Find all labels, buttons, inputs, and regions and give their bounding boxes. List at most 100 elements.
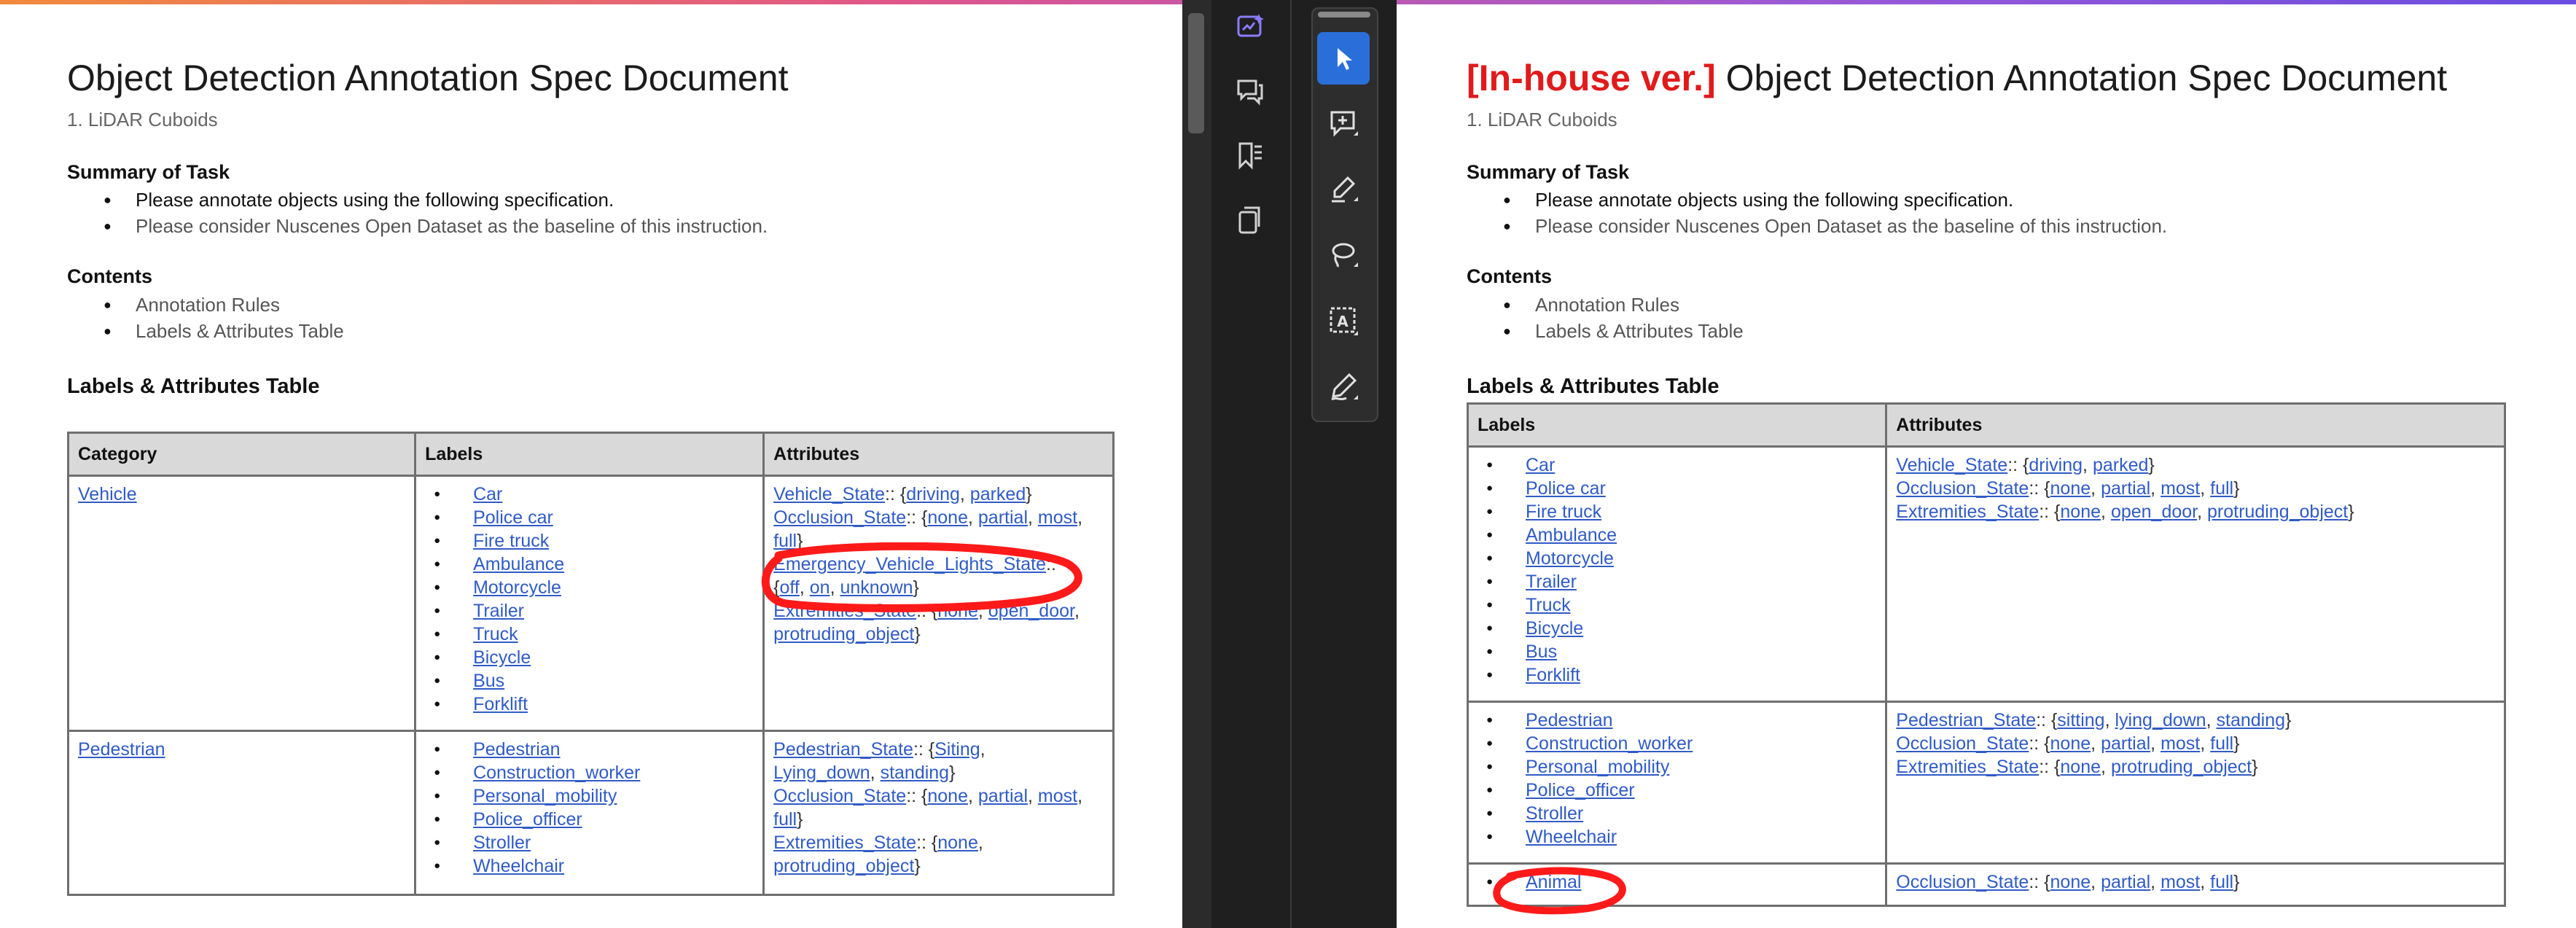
label-link[interactable]: Fire truck <box>473 531 549 551</box>
label-link[interactable]: Construction_worker <box>473 763 640 783</box>
label-link[interactable]: Police car <box>1526 478 1606 499</box>
attribute-link[interactable]: full <box>773 531 797 551</box>
attribute-link[interactable]: full <box>2210 478 2233 499</box>
attribute-link[interactable]: standing <box>881 763 950 783</box>
label-link[interactable]: Trailer <box>473 601 524 621</box>
attribute-link[interactable]: standing <box>2217 710 2286 730</box>
attribute-link[interactable]: Occlusion_State <box>773 507 906 528</box>
attribute-link[interactable]: none <box>937 601 978 621</box>
label-link[interactable]: Trailer <box>1526 572 1577 592</box>
label-link[interactable]: Motorcycle <box>473 577 561 598</box>
pages-icon[interactable] <box>1232 201 1268 238</box>
label-link[interactable]: Police_officer <box>473 809 582 830</box>
ai-sparkle-icon[interactable] <box>1232 9 1268 45</box>
label-link[interactable]: Bicycle <box>473 647 531 668</box>
attribute-link[interactable]: protruding_object <box>2111 757 2252 777</box>
label-link[interactable]: Pedestrian <box>1526 710 1613 730</box>
document-pane-left[interactable]: Object Detection Annotation Spec Documen… <box>0 4 1182 928</box>
attribute-link[interactable]: driving <box>2029 455 2083 475</box>
attribute-link[interactable]: most <box>2161 733 2200 754</box>
scrollbar-thumb[interactable] <box>1188 13 1204 133</box>
pen-sign-icon[interactable] <box>1317 360 1370 413</box>
attribute-link[interactable]: Pedestrian_State <box>1896 710 2036 730</box>
attribute-link[interactable]: on <box>810 577 830 598</box>
label-link[interactable]: Bicycle <box>1526 618 1583 639</box>
label-link[interactable]: Car <box>473 484 502 504</box>
label-link[interactable]: Construction_worker <box>1526 733 1693 754</box>
attribute-link[interactable]: Emergency_Vehicle_Lights_State <box>773 554 1046 574</box>
label-link[interactable]: Wheelchair <box>1526 827 1617 847</box>
attribute-link[interactable]: Occlusion_State <box>1896 478 2029 499</box>
attribute-link[interactable]: full <box>2210 733 2233 754</box>
attribute-link[interactable]: partial <box>2101 872 2150 892</box>
attribute-link[interactable]: Occlusion_State <box>1896 872 2029 892</box>
select-tool-icon[interactable] <box>1317 32 1370 85</box>
attribute-link[interactable]: off <box>780 577 800 598</box>
attribute-link[interactable]: unknown <box>840 577 913 598</box>
attribute-link[interactable]: open_door <box>2111 502 2197 522</box>
category-link[interactable]: Vehicle <box>78 484 137 504</box>
attribute-link[interactable]: Lying_down <box>773 763 870 783</box>
label-link[interactable]: Forklift <box>1526 665 1580 685</box>
attribute-link[interactable]: most <box>2161 872 2200 892</box>
attribute-link[interactable]: most <box>1038 786 1077 806</box>
attribute-link[interactable]: sitting <box>2057 710 2104 730</box>
attribute-link[interactable]: most <box>2161 478 2200 499</box>
text-box-icon[interactable]: A <box>1317 295 1370 347</box>
label-link[interactable]: Car <box>1526 455 1555 475</box>
attribute-link[interactable]: Vehicle_State <box>773 484 885 504</box>
label-link[interactable]: Personal_mobility <box>473 786 617 806</box>
attribute-link[interactable]: partial <box>978 786 1028 806</box>
label-link[interactable]: Ambulance <box>473 554 564 574</box>
attribute-link[interactable]: Extremities_State <box>1896 502 2039 522</box>
attribute-link[interactable]: Pedestrian_State <box>773 739 913 760</box>
attribute-link[interactable]: lying_down <box>2115 710 2206 730</box>
attribute-link[interactable]: none <box>2050 733 2091 754</box>
attribute-link[interactable]: none <box>2060 757 2101 777</box>
attribute-link[interactable]: Extremities_State <box>773 833 916 853</box>
document-pane-right[interactable]: [In-house ver.] Object Detection Annotat… <box>1397 4 2576 928</box>
attribute-link[interactable]: protruding_object <box>773 624 914 644</box>
label-link[interactable]: Bus <box>1526 642 1557 662</box>
attribute-link[interactable]: protruding_object <box>2207 502 2348 522</box>
label-link[interactable]: Motorcycle <box>1526 548 1614 569</box>
attribute-link[interactable]: parked <box>970 484 1026 504</box>
attribute-link[interactable]: Occlusion_State <box>1896 733 2029 754</box>
attribute-link[interactable]: Occlusion_State <box>773 786 906 806</box>
attribute-link[interactable]: partial <box>2101 733 2150 754</box>
attribute-link[interactable]: none <box>927 507 968 528</box>
attribute-link[interactable]: none <box>2060 502 2101 522</box>
attribute-link[interactable]: driving <box>906 484 960 504</box>
attribute-link[interactable]: none <box>2050 478 2091 499</box>
label-link[interactable]: Ambulance <box>1526 525 1617 545</box>
attribute-link[interactable]: none <box>2050 872 2091 892</box>
attribute-link[interactable]: none <box>937 833 978 853</box>
vertical-scrollbar[interactable] <box>1182 0 1211 928</box>
attribute-link[interactable]: partial <box>978 507 1028 528</box>
attribute-link[interactable]: Extremities_State <box>773 601 916 621</box>
label-link[interactable]: Truck <box>1526 595 1571 615</box>
label-link[interactable]: Stroller <box>473 833 531 853</box>
label-link[interactable]: Pedestrian <box>473 739 561 760</box>
attribute-link[interactable]: Extremities_State <box>1896 757 2039 777</box>
bookmarks-icon[interactable] <box>1232 137 1268 173</box>
lasso-icon[interactable] <box>1317 229 1370 281</box>
comments-icon[interactable] <box>1232 73 1268 109</box>
attribute-link[interactable]: none <box>927 786 968 806</box>
add-comment-icon[interactable] <box>1317 98 1370 150</box>
attribute-link[interactable]: parked <box>2093 455 2148 475</box>
label-link[interactable]: Fire truck <box>1526 502 1601 522</box>
label-link[interactable]: Bus <box>473 671 504 691</box>
attribute-link[interactable]: protruding_object <box>773 856 914 876</box>
category-link[interactable]: Pedestrian <box>78 739 165 760</box>
attribute-link[interactable]: full <box>773 809 797 830</box>
attribute-link[interactable]: partial <box>2101 478 2150 499</box>
label-link[interactable]: Police_officer <box>1526 780 1635 800</box>
attribute-link[interactable]: most <box>1038 507 1077 528</box>
label-link[interactable]: Police car <box>473 507 553 528</box>
attribute-link[interactable]: full <box>2210 872 2233 892</box>
highlighter-icon[interactable] <box>1317 163 1370 216</box>
toolbox-drag-handle[interactable] <box>1318 12 1370 17</box>
label-link[interactable]: Animal <box>1526 872 1581 892</box>
label-link[interactable]: Truck <box>473 624 518 644</box>
